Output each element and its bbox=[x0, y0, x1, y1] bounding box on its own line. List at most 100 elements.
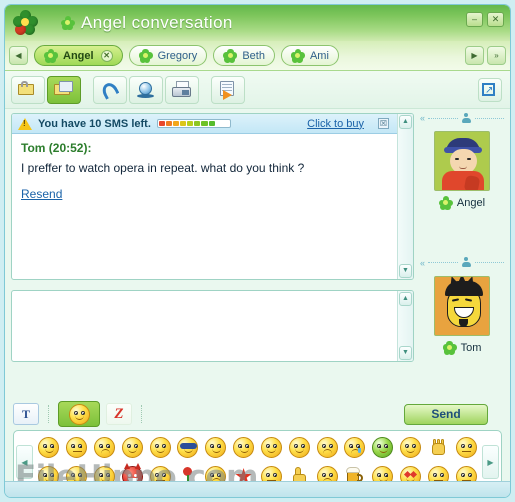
wave-hand-icon bbox=[428, 437, 449, 458]
message-text: I preffer to watch opera in repeat. what… bbox=[21, 161, 305, 175]
input-scrollbar[interactable]: ▲ ▼ bbox=[397, 291, 413, 361]
confused-icon bbox=[316, 437, 338, 458]
input-scroll-down-button[interactable]: ▼ bbox=[399, 346, 412, 360]
collapse-chevron-icon[interactable]: « bbox=[420, 258, 425, 268]
detach-window-button[interactable]: ↗ bbox=[478, 77, 502, 102]
tom-avatar[interactable] bbox=[434, 275, 490, 336]
webcam-icon bbox=[135, 81, 157, 99]
click-to-buy-link[interactable]: Click to buy bbox=[307, 118, 364, 130]
tab-scroll-left-button[interactable]: ◀ bbox=[9, 46, 28, 65]
tongue-out-icon bbox=[205, 437, 227, 458]
contact-name: Tom bbox=[460, 341, 482, 354]
emoticon-cell[interactable] bbox=[428, 437, 449, 458]
smile-icon bbox=[38, 437, 60, 458]
tab-angel[interactable]: Angel ✕ bbox=[34, 45, 123, 66]
window-frame: Angel conversation – ✕ ◀ Angel ✕ Gregory… bbox=[4, 4, 511, 498]
tab-beth[interactable]: Beth bbox=[213, 45, 275, 66]
history-scroll-up-button[interactable]: ▲ bbox=[399, 115, 412, 129]
sick-green-icon bbox=[372, 437, 394, 458]
text-format-button[interactable]: T bbox=[13, 403, 39, 425]
tab-close-icon[interactable]: ✕ bbox=[100, 49, 113, 62]
window-controls: – ✕ bbox=[466, 12, 504, 27]
action-toolbar: ↗ bbox=[5, 71, 510, 109]
message-body: Tom (20:52): I preffer to watch opera in… bbox=[12, 134, 397, 210]
person-icon bbox=[461, 112, 472, 124]
tab-overflow-button[interactable]: » bbox=[487, 46, 506, 65]
zoom-button[interactable]: Z bbox=[106, 403, 132, 425]
input-scroll-up-button[interactable]: ▲ bbox=[399, 292, 412, 306]
emoticon-cell[interactable] bbox=[233, 437, 255, 458]
flower-icon bbox=[138, 48, 153, 63]
send-file-button[interactable] bbox=[211, 75, 245, 104]
sms-progress-segment bbox=[216, 121, 222, 126]
voice-call-button[interactable] bbox=[93, 75, 127, 104]
tom-panel-header[interactable]: « bbox=[420, 256, 505, 270]
blank-icon bbox=[455, 437, 477, 458]
cool-sunglasses-icon bbox=[177, 437, 199, 458]
tab-ami[interactable]: Ami bbox=[280, 45, 339, 66]
emoticon-cell[interactable] bbox=[149, 437, 171, 458]
page-title: Angel conversation bbox=[81, 13, 233, 32]
emoticon-cell[interactable] bbox=[121, 437, 143, 458]
emoticon-cell[interactable] bbox=[38, 437, 60, 458]
emoticon-cell[interactable] bbox=[316, 437, 338, 458]
angel-avatar[interactable] bbox=[434, 131, 490, 191]
emoticon-cell[interactable] bbox=[344, 437, 366, 458]
emoticon-toggle-button[interactable] bbox=[58, 401, 100, 427]
emoticon-cell[interactable] bbox=[66, 437, 88, 458]
fax-icon bbox=[171, 80, 193, 99]
message-input-pane[interactable]: ▲ ▼ bbox=[11, 290, 414, 362]
emoticon-cell[interactable] bbox=[205, 437, 227, 458]
emoticon-prev-button[interactable]: ◀ bbox=[16, 445, 33, 479]
contact-avatar-column: « Angel « Tom bbox=[420, 109, 505, 399]
phone-icon bbox=[99, 79, 121, 100]
resend-link[interactable]: Resend bbox=[21, 187, 62, 201]
emoticon-cell[interactable] bbox=[260, 437, 282, 458]
emoticon-cell[interactable] bbox=[177, 437, 199, 458]
sms-progress-segment bbox=[208, 121, 215, 126]
emoticon-cell[interactable] bbox=[288, 437, 310, 458]
fax-button[interactable] bbox=[165, 75, 199, 104]
minimize-button[interactable]: – bbox=[466, 12, 483, 27]
send-message-button[interactable] bbox=[11, 75, 45, 104]
sms-note-icon bbox=[53, 80, 75, 99]
flower-icon bbox=[223, 48, 238, 63]
emoticon-cell[interactable] bbox=[372, 437, 394, 458]
wink-icon bbox=[260, 437, 282, 458]
surprised-icon bbox=[121, 437, 143, 458]
tab-label: Gregory bbox=[157, 49, 198, 62]
flower-icon bbox=[61, 16, 75, 30]
emoticon-next-button[interactable]: ▶ bbox=[482, 445, 499, 479]
history-scrollbar[interactable]: ▲ ▼ bbox=[397, 114, 413, 279]
collapse-chevron-icon[interactable]: « bbox=[420, 113, 425, 123]
drink-icon bbox=[233, 437, 255, 458]
sms-notice-close-icon[interactable]: ☒ bbox=[378, 118, 389, 129]
sms-progress-segment bbox=[201, 121, 208, 126]
sms-progress-bar bbox=[156, 119, 231, 128]
emoticon-cell[interactable] bbox=[94, 437, 116, 458]
sms-progress-segment bbox=[180, 121, 187, 126]
close-button[interactable]: ✕ bbox=[487, 12, 504, 27]
tab-list: Angel ✕ Gregory Beth Ami bbox=[34, 45, 459, 66]
tab-label: Beth bbox=[242, 49, 265, 62]
send-sms-button[interactable] bbox=[47, 75, 81, 104]
sms-notification-bar: You have 10 SMS left. Click to buy ☒ bbox=[12, 114, 397, 134]
flower-icon bbox=[44, 48, 58, 63]
angel-panel-header[interactable]: « bbox=[420, 111, 505, 125]
sms-progress-segment bbox=[158, 121, 165, 126]
angel-name-row: Angel bbox=[438, 196, 486, 210]
emoticon-cell[interactable] bbox=[399, 437, 421, 458]
emoticon-cell[interactable] bbox=[455, 437, 477, 458]
detach-window-icon: ↗ bbox=[479, 81, 501, 99]
message-input[interactable] bbox=[12, 291, 397, 361]
compose-toolbar: T Z Send bbox=[5, 398, 510, 430]
contact-name: Angel bbox=[456, 197, 486, 209]
sms-progress-segment bbox=[165, 121, 173, 126]
send-file-icon bbox=[217, 80, 239, 100]
tom-avatar-panel: Tom bbox=[420, 270, 504, 399]
video-call-button[interactable] bbox=[129, 75, 163, 104]
tab-scroll-right-button[interactable]: ▶ bbox=[465, 46, 484, 65]
history-scroll-down-button[interactable]: ▼ bbox=[399, 264, 412, 278]
tab-gregory[interactable]: Gregory bbox=[128, 45, 208, 66]
send-button[interactable]: Send bbox=[404, 403, 488, 425]
